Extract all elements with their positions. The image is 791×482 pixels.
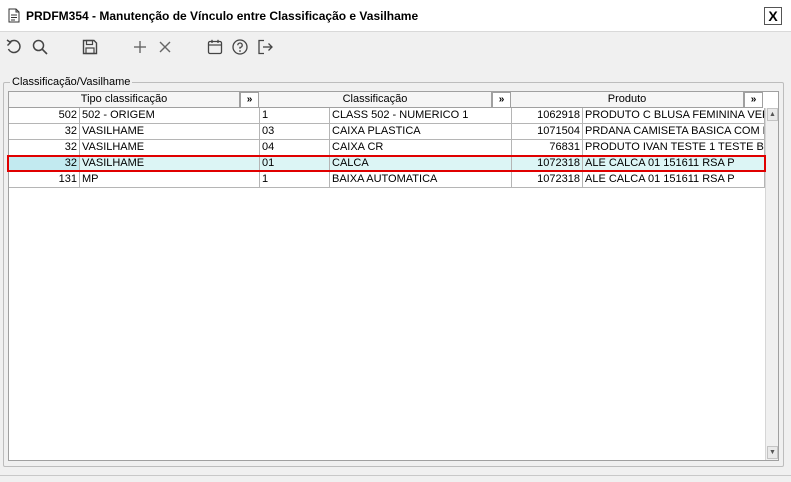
prod-desc-cell[interactable]: PRODUTO IVAN TESTE 1 TESTE BRA (583, 140, 765, 156)
header-produto[interactable]: Produto (511, 92, 744, 108)
save-button[interactable] (80, 37, 100, 57)
title-bar: PRDFM354 - Manutenção de Vínculo entre C… (0, 0, 791, 32)
delete-button[interactable] (155, 37, 175, 57)
tipo-code-cell[interactable]: 502 (9, 108, 80, 124)
header-tipo-classificacao[interactable]: Tipo classificação (9, 92, 240, 108)
arrow-down-icon: ▼ (769, 449, 776, 456)
class-code-cell[interactable]: 01 (260, 156, 330, 172)
tipo-desc-cell[interactable]: 502 - ORIGEM (80, 108, 260, 124)
close-icon: X (768, 8, 778, 24)
close-button[interactable]: X (764, 7, 782, 25)
calendar-button[interactable] (205, 37, 225, 57)
undo-button[interactable] (4, 37, 24, 57)
prod-desc-cell[interactable]: ALE CALCA 01 151611 RSA P (583, 172, 765, 188)
prod-code-cell[interactable]: 1071504 (512, 124, 583, 140)
prod-desc-cell[interactable]: PRDANA CAMISETA BASICA COM DE (583, 124, 765, 140)
class-desc-cell[interactable]: CLASS 502 - NUMERICO 1 (330, 108, 512, 124)
delete-icon (159, 41, 171, 53)
tipo-desc-cell[interactable]: VASILHAME (80, 124, 260, 140)
tipo-desc-cell[interactable]: VASILHAME (80, 156, 260, 172)
help-button[interactable] (230, 37, 250, 57)
vertical-scrollbar[interactable]: ▲ ▼ (765, 108, 778, 460)
expand-produto-button[interactable]: » (744, 92, 763, 108)
table-row[interactable]: 502 502 - ORIGEM 1 CLASS 502 - NUMERICO … (9, 108, 765, 124)
scroll-up-button[interactable]: ▲ (767, 108, 778, 121)
table-row[interactable]: 131 MP 1 BAIXA AUTOMATICA 1072318 ALE CA… (9, 172, 765, 188)
expand-tipo-button[interactable]: » (240, 92, 259, 108)
class-code-cell[interactable]: 1 (260, 172, 330, 188)
tipo-code-cell[interactable]: 32 (9, 156, 80, 172)
calendar-icon (207, 39, 223, 55)
prod-code-cell[interactable]: 1072318 (512, 172, 583, 188)
table-row-selected[interactable]: 32 VASILHAME 01 CALCA 1072318 ALE CALCA … (9, 156, 765, 172)
tipo-code-cell[interactable]: 32 (9, 124, 80, 140)
exit-button[interactable] (255, 37, 275, 57)
prod-desc-cell[interactable]: ALE CALCA 01 151611 RSA P (583, 156, 765, 172)
arrow-up-icon: ▲ (769, 111, 776, 118)
prod-code-cell[interactable]: 76831 (512, 140, 583, 156)
prod-code-cell[interactable]: 1062918 (512, 108, 583, 124)
table-row[interactable]: 32 VASILHAME 04 CAIXA CR 76831 PRODUTO I… (9, 140, 765, 156)
undo-icon (6, 39, 21, 54)
search-icon (32, 39, 48, 55)
class-desc-cell[interactable]: CAIXA PLASTICA (330, 124, 512, 140)
class-desc-cell[interactable]: CALCA (330, 156, 512, 172)
expand-classificacao-button[interactable]: » (492, 92, 511, 108)
class-desc-cell[interactable]: BAIXA AUTOMATICA (330, 172, 512, 188)
search-button[interactable] (30, 37, 50, 57)
table-row[interactable]: 32 VASILHAME 03 CAIXA PLASTICA 1071504 P… (9, 124, 765, 140)
data-grid: Tipo classificação » Classificação » Pro… (8, 91, 779, 461)
window-title: PRDFM354 - Manutenção de Vínculo entre C… (26, 9, 419, 23)
class-code-cell[interactable]: 03 (260, 124, 330, 140)
tipo-code-cell[interactable]: 32 (9, 140, 80, 156)
add-icon (134, 41, 146, 53)
prod-desc-cell[interactable]: PRODUTO C BLUSA FEMININA VERAO (583, 108, 765, 124)
class-code-cell[interactable]: 04 (260, 140, 330, 156)
tipo-desc-cell[interactable]: VASILHAME (80, 140, 260, 156)
add-button[interactable] (130, 37, 150, 57)
help-icon (232, 39, 248, 55)
tipo-desc-cell[interactable]: MP (80, 172, 260, 188)
group-legend: Classificação/Vasilhame (10, 76, 133, 88)
tipo-code-cell[interactable]: 131 (9, 172, 80, 188)
scroll-down-button[interactable]: ▼ (767, 446, 778, 459)
save-icon (82, 39, 98, 55)
class-code-cell[interactable]: 1 (260, 108, 330, 124)
header-classificacao[interactable]: Classificação (259, 92, 492, 108)
document-icon (8, 8, 20, 23)
class-desc-cell[interactable]: CAIXA CR (330, 140, 512, 156)
exit-icon (258, 39, 273, 55)
prod-code-cell[interactable]: 1072318 (512, 156, 583, 172)
toolbar (0, 33, 791, 61)
